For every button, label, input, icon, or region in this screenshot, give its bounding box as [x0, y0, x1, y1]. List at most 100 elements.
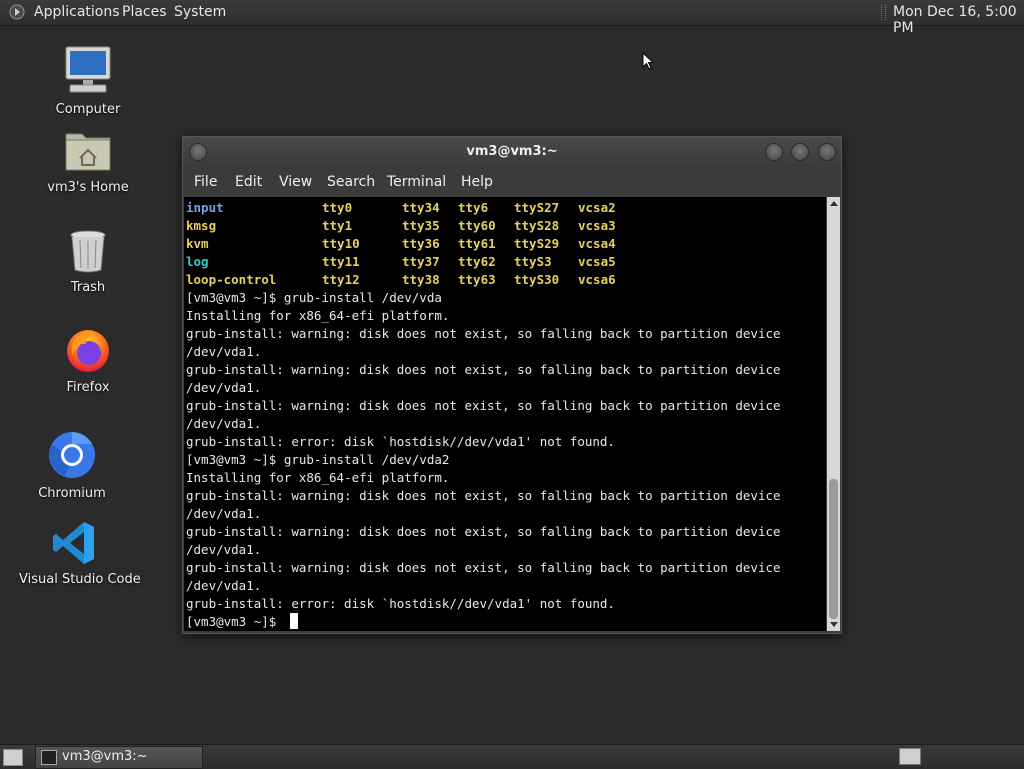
- firefox-icon: [67, 330, 109, 372]
- desktop-icon-label: vm3's Home: [47, 180, 129, 195]
- terminal-line: /dev/vda1.: [186, 344, 262, 359]
- terminal-output[interactable]: input tty0 tty34 tty6 ttyS27 vcsa2 kmsg …: [184, 197, 826, 631]
- menu-file[interactable]: File: [194, 174, 217, 190]
- terminal-line: [vm3@vm3 ~]$ grub-install /dev/vda2: [186, 452, 450, 467]
- terminal-line: grub-install: warning: disk does not exi…: [186, 362, 781, 377]
- listing-cell: vcsa6: [578, 272, 616, 287]
- desktop-icon-firefox[interactable]: Firefox: [33, 326, 143, 395]
- menu-edit[interactable]: Edit: [235, 174, 262, 190]
- top-panel: Applications Places System Mon Dec 16, 5…: [0, 0, 1024, 36]
- listing-cell: ttyS3: [514, 254, 552, 269]
- listing-cell: tty60: [458, 218, 496, 233]
- terminal-line: grub-install: warning: disk does not exi…: [186, 326, 781, 341]
- listing-cell: vcsa5: [578, 254, 616, 269]
- show-desktop-icon[interactable]: [3, 749, 23, 766]
- terminal-line: [vm3@vm3 ~]$ grub-install /dev/vda: [186, 290, 442, 305]
- terminal-prompt: [vm3@vm3 ~]$: [186, 614, 284, 629]
- listing-cell: tty1: [322, 218, 353, 233]
- terminal-scrollbar[interactable]: [827, 197, 840, 631]
- terminal-line: /dev/vda1.: [186, 380, 262, 395]
- desktop-icon-chromium[interactable]: Chromium: [17, 430, 127, 501]
- listing-cell: ttyS28: [514, 218, 560, 233]
- vscode-icon: [53, 522, 94, 564]
- desktop-icon-vscode[interactable]: Visual Studio Code: [19, 520, 141, 587]
- listing-cell: vcsa2: [578, 200, 616, 215]
- close-button[interactable]: [818, 143, 836, 161]
- desktop-icon-computer[interactable]: Computer: [33, 44, 143, 117]
- terminal-menubar: File Edit View Search Terminal Help: [183, 167, 841, 197]
- listing-cell: tty6: [458, 200, 489, 215]
- scrollbar-thumb[interactable]: [829, 479, 838, 619]
- listing-cell: tty62: [458, 254, 496, 269]
- window-menu-button[interactable]: [189, 143, 207, 161]
- desktop-icon-label: Firefox: [66, 380, 110, 395]
- menu-search[interactable]: Search: [327, 174, 375, 190]
- taskbar-item-terminal[interactable]: vm3@vm3:~: [35, 746, 203, 769]
- terminal-line: /dev/vda1.: [186, 578, 262, 593]
- listing-cell: kmsg: [186, 218, 217, 233]
- terminal-line: grub-install: error: disk `hostdisk//dev…: [186, 434, 615, 449]
- bottom-panel: vm3@vm3:~: [0, 744, 1024, 769]
- terminal-line: Installing for x86_64-efi platform.: [186, 470, 450, 485]
- applications-menu[interactable]: Applications: [34, 4, 120, 20]
- terminal-line: /dev/vda1.: [186, 542, 262, 557]
- menu-terminal[interactable]: Terminal: [387, 174, 446, 190]
- maximize-button[interactable]: [791, 143, 809, 161]
- terminal-line: /dev/vda1.: [186, 506, 262, 521]
- menu-help[interactable]: Help: [461, 174, 493, 190]
- desktop-icon-label: Chromium: [38, 486, 106, 501]
- terminal-line: /dev/vda1.: [186, 416, 262, 431]
- listing-cell: kvm: [186, 236, 209, 251]
- places-menu[interactable]: Places: [122, 4, 167, 20]
- listing-cell: tty61: [458, 236, 496, 251]
- home-folder-icon: [65, 133, 111, 171]
- listing-cell: input: [186, 200, 224, 215]
- clock[interactable]: Mon Dec 16, 5:00 PM: [893, 4, 1024, 36]
- listing-cell: tty37: [402, 254, 440, 269]
- scroll-up-arrow-icon[interactable]: [830, 201, 838, 206]
- listing-cell: tty34: [402, 200, 440, 215]
- terminal-line: grub-install: error: disk `hostdisk//dev…: [186, 596, 615, 611]
- window-title: vm3@vm3:~: [466, 144, 558, 159]
- trash-icon: [70, 230, 106, 273]
- listing-cell: tty11: [322, 254, 360, 269]
- text-cursor: [290, 613, 298, 629]
- listing-cell: vcsa4: [578, 236, 616, 251]
- terminal-line: grub-install: warning: disk does not exi…: [186, 560, 781, 575]
- terminal-window[interactable]: vm3@vm3:~ File Edit View Search Terminal…: [182, 136, 842, 634]
- panel-separator: [881, 5, 886, 20]
- desktop-icon-label: Trash: [70, 280, 106, 295]
- workspace-switcher[interactable]: [899, 748, 921, 765]
- listing-cell: tty35: [402, 218, 440, 233]
- computer-icon: [65, 46, 111, 93]
- terminal-line: grub-install: warning: disk does not exi…: [186, 398, 781, 413]
- listing-cell: ttyS29: [514, 236, 560, 251]
- taskbar-item-label: vm3@vm3:~: [62, 749, 148, 764]
- listing-cell: tty63: [458, 272, 496, 287]
- listing-cell: tty38: [402, 272, 440, 287]
- listing-cell: tty36: [402, 236, 440, 251]
- menu-view[interactable]: View: [279, 174, 312, 190]
- listing-cell: tty12: [322, 272, 360, 287]
- window-titlebar[interactable]: vm3@vm3:~: [183, 137, 841, 167]
- terminal-line: grub-install: warning: disk does not exi…: [186, 524, 781, 539]
- terminal-line: Installing for x86_64-efi platform.: [186, 308, 450, 323]
- desktop-icon-home[interactable]: vm3's Home: [33, 126, 143, 195]
- listing-cell: tty0: [322, 200, 353, 215]
- gnome-foot-icon[interactable]: [9, 4, 25, 20]
- desktop-icon-label: Visual Studio Code: [19, 572, 141, 587]
- chromium-icon: [49, 432, 95, 478]
- listing-cell: vcsa3: [578, 218, 616, 233]
- scroll-down-arrow-icon[interactable]: [830, 622, 838, 627]
- minimize-button[interactable]: [765, 143, 783, 161]
- listing-cell: log: [186, 254, 209, 269]
- listing-cell: ttyS27: [514, 200, 560, 215]
- desktop-icon-label: Computer: [55, 102, 121, 117]
- terminal-line: grub-install: warning: disk does not exi…: [186, 488, 781, 503]
- system-menu[interactable]: System: [174, 4, 226, 20]
- mouse-pointer-icon: [642, 52, 654, 70]
- desktop-icon-trash[interactable]: Trash: [33, 228, 143, 295]
- listing-cell: loop-control: [186, 272, 277, 287]
- listing-cell: ttyS30: [514, 272, 560, 287]
- terminal-icon: [41, 750, 57, 765]
